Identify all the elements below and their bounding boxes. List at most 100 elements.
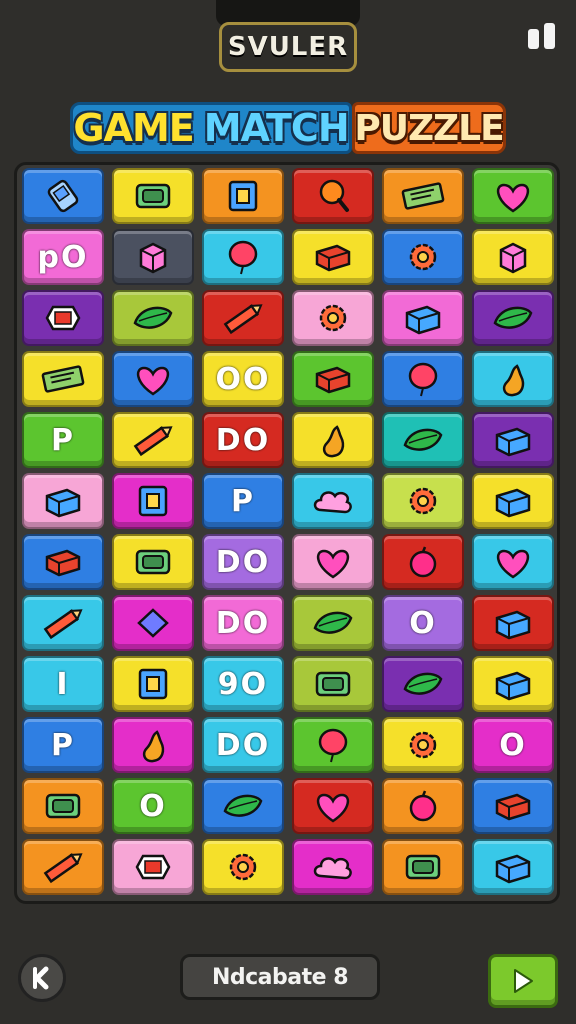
game-tile[interactable] [382,290,464,346]
game-tile[interactable]: pO [22,229,104,285]
game-tile[interactable] [382,168,464,224]
game-tile[interactable] [22,534,104,590]
game-tile[interactable] [472,778,554,834]
game-tile[interactable] [292,412,374,468]
game-tile[interactable]: DO [202,717,284,773]
game-tile[interactable] [22,168,104,224]
pear-icon [322,425,345,458]
tile-symbol: DO [215,544,271,580]
game-tile[interactable] [202,168,284,224]
game-tile[interactable] [292,229,374,285]
leaf-icon [403,672,443,695]
book-icon [315,244,351,272]
tray-icon [135,549,171,575]
game-tile[interactable] [112,168,194,224]
game-tile[interactable]: P [202,473,284,529]
game-tile[interactable] [292,717,374,773]
tray-icon [405,854,441,880]
game-tile[interactable] [112,656,194,712]
game-tile[interactable] [292,778,374,834]
game-tile[interactable] [382,717,464,773]
leaf-icon [403,428,443,451]
game-tile[interactable] [112,534,194,590]
game-tile[interactable] [22,351,104,407]
game-tile[interactable] [112,412,194,468]
book-icon [315,366,351,394]
cog-icon [319,304,347,332]
game-tile[interactable] [22,778,104,834]
game-tile[interactable] [292,473,374,529]
heart-icon [316,549,350,579]
game-tile[interactable]: OO [202,351,284,407]
title-word-1: GAME [73,106,194,150]
game-tile[interactable] [382,351,464,407]
game-tile[interactable] [472,351,554,407]
cube-icon [499,242,527,274]
game-tile[interactable] [292,595,374,651]
game-tile[interactable] [472,412,554,468]
game-tile[interactable] [112,351,194,407]
game-tile[interactable] [472,839,554,895]
book-icon [45,549,81,577]
game-tile[interactable] [292,839,374,895]
game-tile[interactable] [292,290,374,346]
cube-icon [139,242,167,274]
cloud-icon [313,857,352,880]
game-tile[interactable] [202,778,284,834]
play-button[interactable] [488,954,558,1008]
game-tile[interactable] [112,473,194,529]
game-tile[interactable]: O [112,778,194,834]
game-tile[interactable] [472,290,554,346]
game-tile[interactable] [472,473,554,529]
game-tile[interactable]: DO [202,534,284,590]
game-tile[interactable] [22,290,104,346]
game-tile[interactable] [292,168,374,224]
apple-icon [409,790,437,822]
game-tile[interactable] [472,229,554,285]
game-tile[interactable]: I [22,656,104,712]
pause-button[interactable] [522,20,560,52]
game-tile[interactable] [22,473,104,529]
game-tile[interactable] [112,839,194,895]
game-tile[interactable] [22,839,104,895]
tile-symbol: O [499,727,527,763]
game-tile[interactable] [472,534,554,590]
game-tile[interactable] [112,595,194,651]
back-button[interactable] [18,954,66,1002]
game-tile[interactable] [472,595,554,651]
frame-icon [138,668,168,700]
bottom-status-bar: Ndcabate 8 [180,954,380,1000]
game-tile[interactable] [382,778,464,834]
game-tile[interactable] [382,839,464,895]
game-tile[interactable]: O [382,595,464,651]
game-tile[interactable] [292,656,374,712]
game-tile[interactable] [472,168,554,224]
game-tile[interactable] [202,839,284,895]
game-tile[interactable]: DO [202,412,284,468]
game-tile[interactable] [382,229,464,285]
game-tile[interactable] [382,534,464,590]
game-tile[interactable] [202,290,284,346]
game-tile[interactable] [292,534,374,590]
title-word-3: PUZZLE [354,107,504,149]
game-tile[interactable] [112,229,194,285]
game-tile[interactable]: DO [202,595,284,651]
game-tile[interactable]: P [22,412,104,468]
game-tile[interactable] [382,656,464,712]
game-tile[interactable] [292,351,374,407]
game-tile[interactable] [22,595,104,651]
game-tile[interactable]: P [22,717,104,773]
pencil-icon [43,853,83,884]
game-tile[interactable] [112,290,194,346]
game-tile[interactable]: 9O [202,656,284,712]
game-tile[interactable]: O [472,717,554,773]
game-tile[interactable] [382,412,464,468]
leaf-icon [313,611,353,634]
tile-symbol: O [139,788,167,824]
game-tile[interactable] [472,656,554,712]
cog-icon [409,487,437,515]
game-tile[interactable] [382,473,464,529]
box-icon [405,305,441,335]
game-tile[interactable] [202,229,284,285]
game-tile[interactable] [112,717,194,773]
